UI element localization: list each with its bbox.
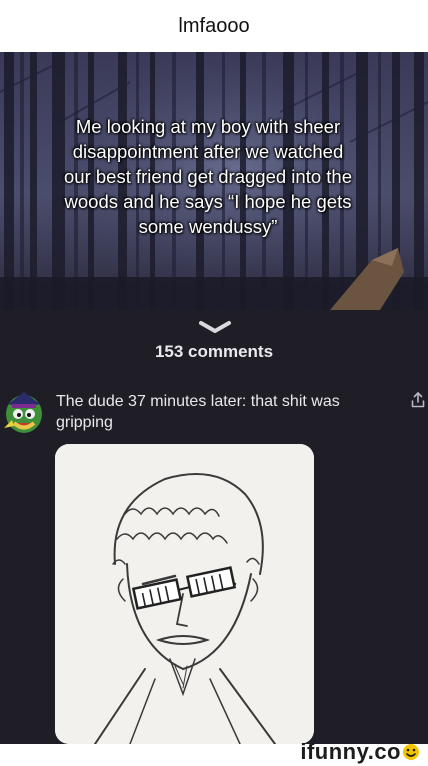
comments-count: 153 comments xyxy=(154,342,274,361)
chevron-down-icon[interactable] xyxy=(198,320,232,334)
share-icon[interactable] xyxy=(411,392,425,408)
post-title: lmfaooo xyxy=(0,0,428,52)
watermark-text: ifunny.co xyxy=(300,739,401,764)
meme-caption: Me looking at my boy with sheer disappoi… xyxy=(64,116,352,237)
comment-text: The dude 37 minutes later: that shit was… xyxy=(56,393,340,431)
meme-image: Me looking at my boy with sheer disappoi… xyxy=(0,52,428,310)
cartoon-character-avatar-icon[interactable] xyxy=(2,386,46,436)
ifunny-watermark: ifunny.co xyxy=(300,738,420,766)
comment-image-sketch[interactable] xyxy=(55,444,314,744)
smiley-icon xyxy=(403,744,419,760)
pencil-sketch-drawing xyxy=(55,444,314,744)
